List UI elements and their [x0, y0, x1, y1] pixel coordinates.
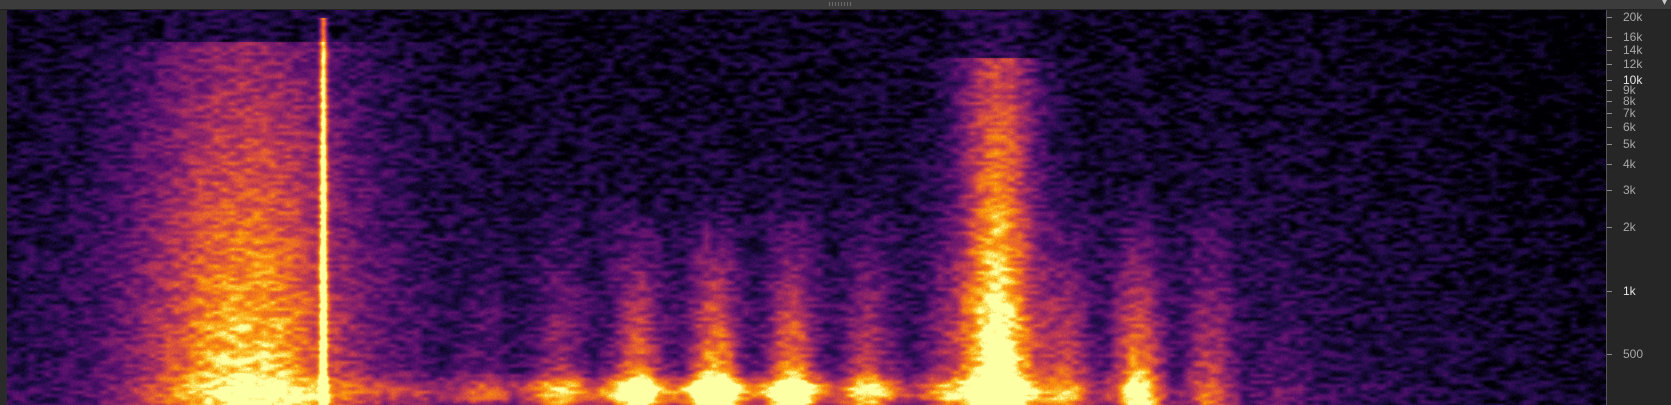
frequency-tick	[1607, 63, 1612, 65]
panel-left-edge	[0, 10, 7, 405]
frequency-tick	[1607, 17, 1612, 18]
frequency-tick	[1607, 143, 1612, 145]
frequency-tick	[1607, 227, 1612, 229]
frequency-tick	[1607, 89, 1612, 91]
frequency-tick-label: 3k	[1623, 183, 1636, 198]
frequency-tick	[1607, 37, 1612, 39]
frequency-tick-label: 4k	[1623, 157, 1636, 172]
frequency-tick-label: 5k	[1623, 136, 1636, 151]
frequency-tick-label: 500	[1623, 347, 1644, 361]
frequency-tick	[1607, 112, 1612, 114]
frequency-tick-label: 7k	[1623, 105, 1636, 120]
frequency-tick-label: 6k	[1623, 119, 1636, 134]
frequency-tick	[1607, 290, 1612, 292]
drag-handle-icon[interactable]	[828, 2, 852, 6]
frequency-axis: 20k 16k 14k 12k 10k 9k 8k 7k 6k 5k 4k 3k 2k 1k 500	[1606, 10, 1671, 405]
frequency-tick-label: 12k	[1623, 56, 1643, 71]
chevron-down-icon[interactable]: ▾	[1662, 0, 1667, 9]
frequency-tick-label: 20k	[1623, 10, 1643, 24]
frequency-tick	[1607, 100, 1612, 102]
frequency-tick	[1607, 126, 1612, 128]
frequency-tick	[1607, 49, 1612, 51]
spectrogram-canvas[interactable]	[7, 10, 1606, 405]
frequency-tick-label: 14k	[1623, 42, 1643, 57]
frequency-tick-label: 1k	[1623, 283, 1636, 298]
frequency-tick	[1607, 190, 1612, 192]
frequency-tick	[1607, 164, 1612, 166]
frequency-tick-label: 2k	[1623, 220, 1636, 235]
panel-header-bar[interactable]: ▾	[0, 0, 1671, 10]
frequency-tick	[1607, 80, 1612, 82]
frequency-tick	[1607, 354, 1612, 355]
